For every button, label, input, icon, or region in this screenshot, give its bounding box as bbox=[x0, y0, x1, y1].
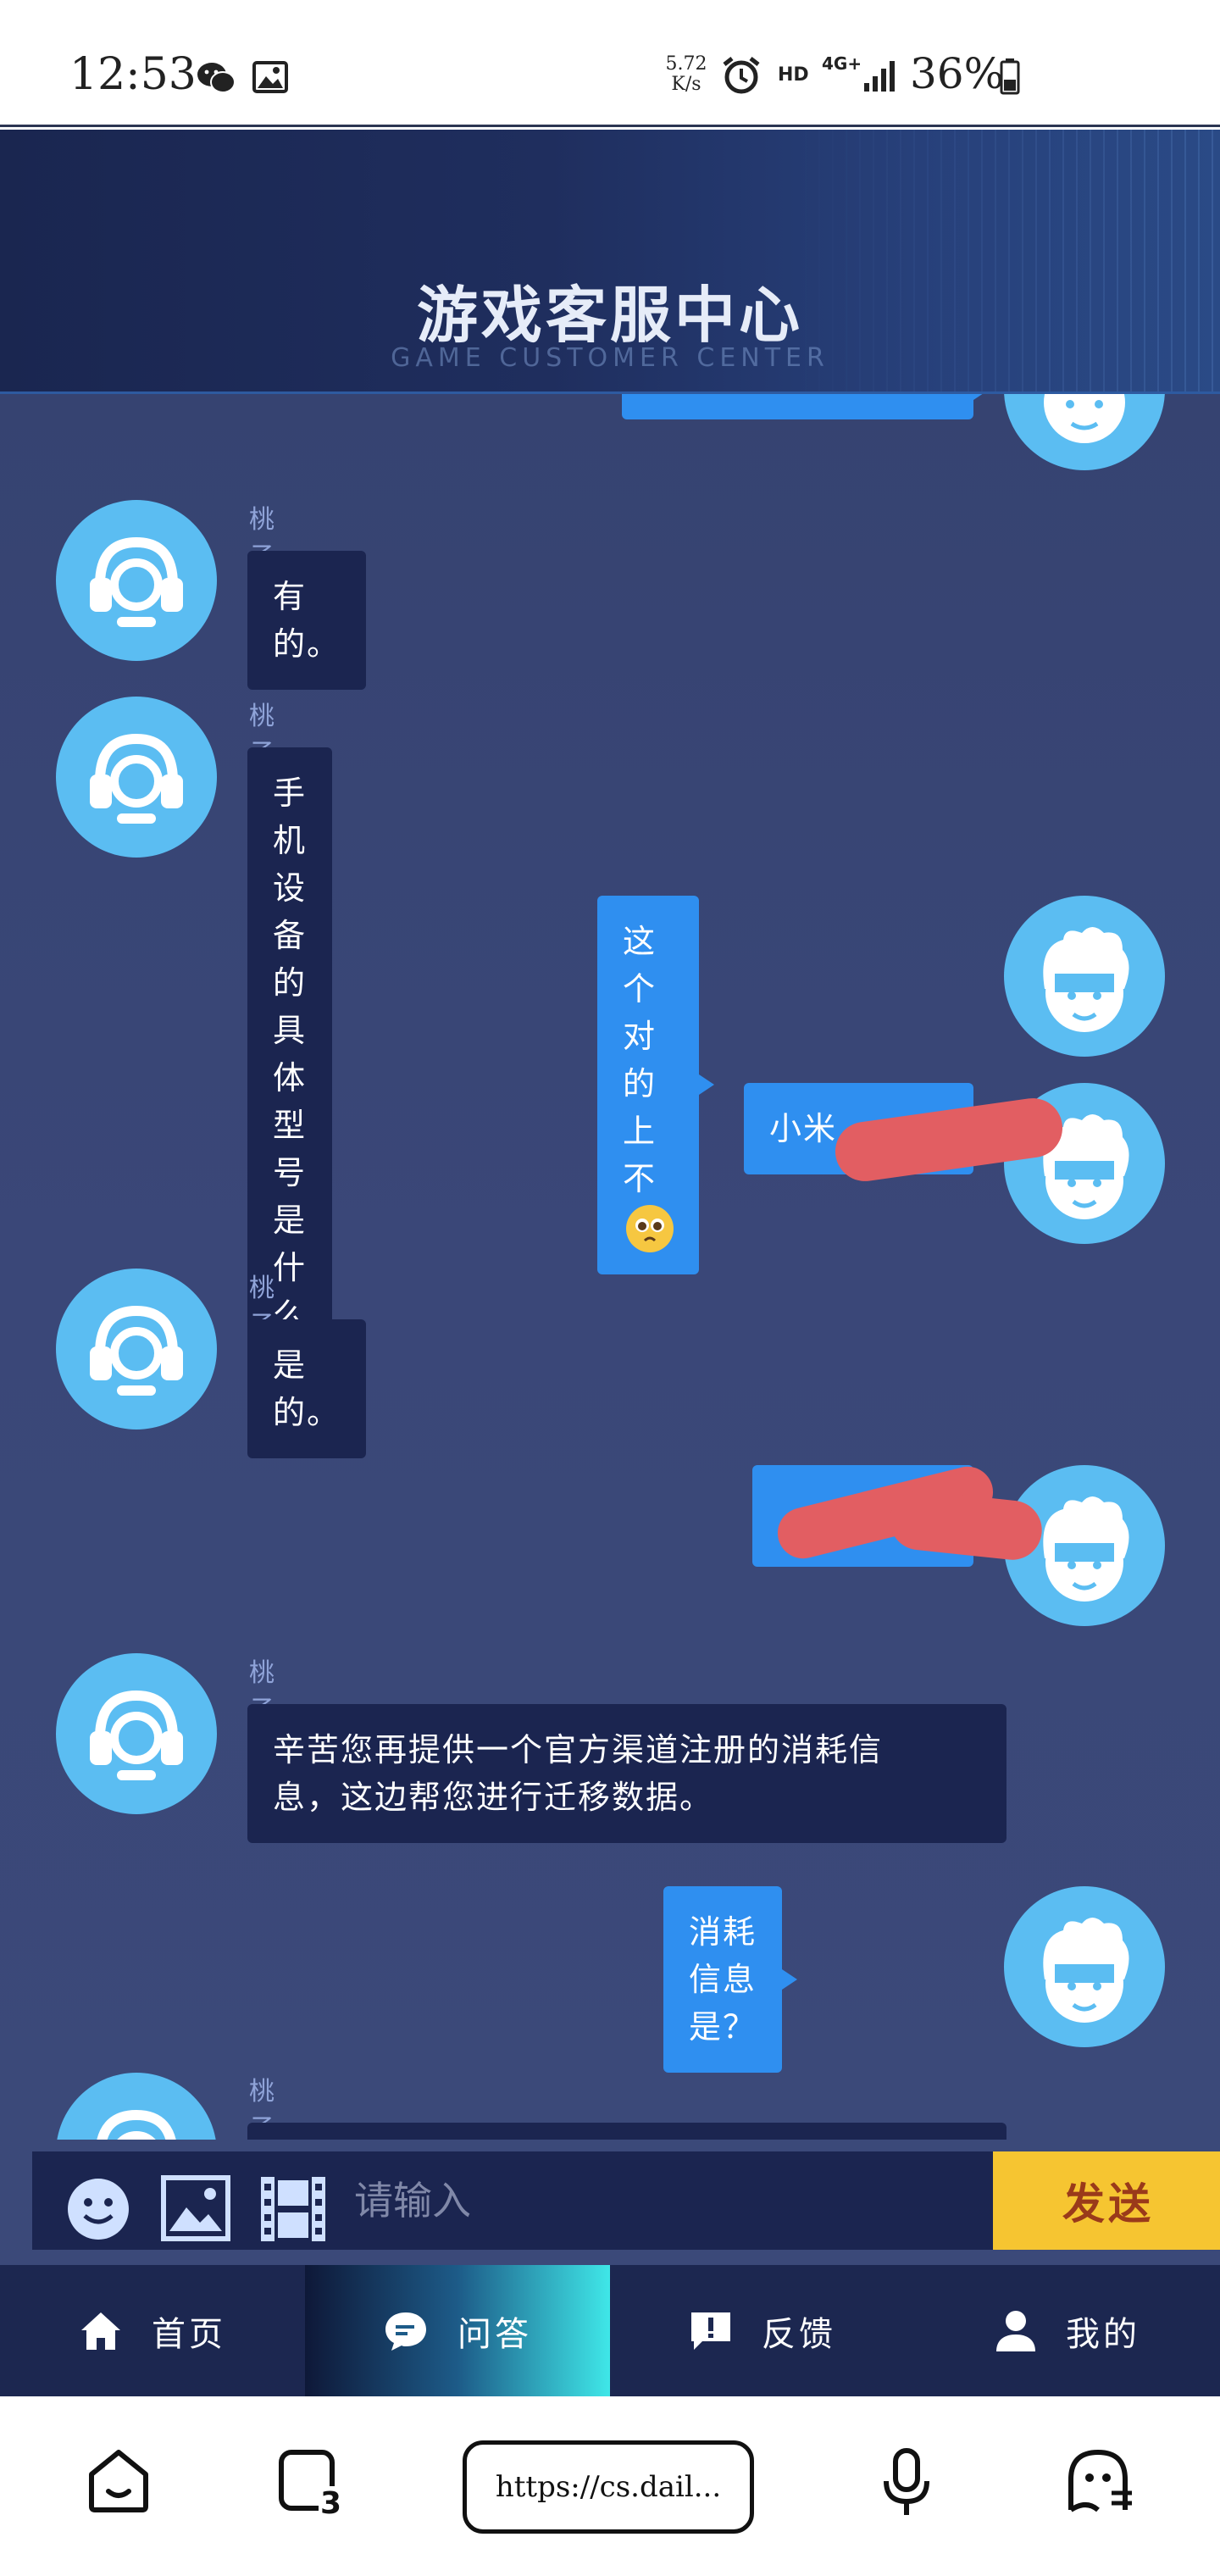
agent-avatar bbox=[56, 697, 217, 858]
network-speed-unit: K/s bbox=[671, 74, 702, 95]
microphone-icon[interactable] bbox=[881, 2447, 932, 2518]
headset-icon bbox=[90, 536, 183, 627]
user-face-icon bbox=[1043, 1918, 1129, 2023]
wechat-icon bbox=[197, 63, 236, 93]
headset-icon bbox=[90, 1690, 183, 1780]
image-button-icon[interactable] bbox=[161, 2175, 230, 2241]
page-subtitle: GAME CUSTOMER CENTER bbox=[391, 343, 829, 373]
agent-avatar bbox=[56, 2073, 217, 2140]
agent-message-bubble: 辛苦您再提供一个官方渠道注册的消耗信 息，这边帮您进行迁移数据。 bbox=[247, 1704, 1006, 1843]
pleading-emoji-face bbox=[635, 1218, 664, 1241]
headset-icon bbox=[90, 1305, 183, 1396]
headset-icon bbox=[90, 733, 183, 824]
page-header: 游戏客服中心 GAME CUSTOMER CENTER bbox=[0, 130, 1220, 394]
page-title: 游戏客服中心 bbox=[416, 280, 803, 351]
user-message-bubble: 这个对的上不 bbox=[597, 896, 714, 1274]
agent-avatar bbox=[56, 1653, 217, 1814]
message-input-bar: 发送 bbox=[0, 2140, 1220, 2265]
video-button-icon[interactable] bbox=[259, 2175, 327, 2243]
emoji-button-icon[interactable] bbox=[64, 2175, 132, 2243]
network-speed: 5.72 K/s bbox=[663, 54, 710, 95]
hd-indicator: HD bbox=[778, 64, 809, 86]
browser-toolbar: 3 https://cs.dail... bbox=[0, 2396, 1220, 2576]
nav-label-mine: 我的 bbox=[1066, 2314, 1140, 2354]
bottom-nav: 首页 问答 反馈 我的 bbox=[0, 2265, 1220, 2396]
headset-icon bbox=[97, 2109, 176, 2140]
status-time: 12:53 bbox=[69, 49, 197, 100]
nav-label-qa: 问答 bbox=[458, 2314, 532, 2354]
user-face-icon bbox=[1044, 394, 1125, 443]
send-button[interactable]: 发送 bbox=[993, 2151, 1220, 2250]
user-message-bubble bbox=[622, 394, 989, 419]
chat-area[interactable]: 桃子姐姐 有的。 桃子姐姐 手机设备的具体型号是什么呢~ 这个对的上不 bbox=[0, 394, 1220, 2140]
battery-icon bbox=[1000, 58, 1020, 95]
user-message-bubble: 消耗信息是？ bbox=[663, 1886, 797, 2073]
input-container: 发送 bbox=[32, 2151, 1220, 2250]
nav-item-mine[interactable]: 我的 bbox=[915, 2265, 1220, 2396]
user-avatar bbox=[1004, 1886, 1165, 2047]
chat-bubble-icon bbox=[385, 2312, 426, 2351]
user-avatar bbox=[1004, 896, 1165, 1057]
agent-message-line: 息，这边帮您进行迁移数据。 bbox=[273, 1779, 714, 1816]
gallery-icon bbox=[252, 61, 288, 93]
nav-label-feedback: 反馈 bbox=[762, 2314, 836, 2354]
user-avatar bbox=[1004, 394, 1165, 470]
tab-count: 3 bbox=[319, 2486, 344, 2521]
assistant-icon[interactable] bbox=[1064, 2447, 1135, 2515]
nav-item-qa[interactable]: 问答 bbox=[305, 2265, 610, 2396]
browser-home-icon[interactable] bbox=[85, 2447, 152, 2515]
agent-avatar bbox=[56, 500, 217, 661]
nav-label-home: 首页 bbox=[152, 2314, 226, 2354]
network-type: 4G+ bbox=[822, 53, 862, 74]
message-input[interactable] bbox=[354, 2151, 990, 2250]
agent-message-bubble: 有的。 bbox=[247, 551, 366, 690]
tabs-button[interactable]: 3 bbox=[276, 2447, 347, 2521]
feedback-icon bbox=[691, 2312, 730, 2350]
agent-message-line: 辛苦您再提供一个官方渠道注册的消耗信 bbox=[273, 1731, 884, 1768]
alarm-icon bbox=[723, 57, 760, 94]
agent-message-bubble bbox=[247, 2123, 1006, 2140]
nav-item-home[interactable]: 首页 bbox=[0, 2265, 305, 2396]
status-bar: 12:53 5.72 K/s HD 4G+ 36% bbox=[0, 0, 1220, 127]
user-icon bbox=[996, 2310, 1035, 2351]
user-face-icon bbox=[1043, 927, 1129, 1032]
url-bar[interactable]: https://cs.dail... bbox=[463, 2440, 754, 2534]
battery-percent: 36% bbox=[910, 49, 1005, 98]
pleading-emoji-icon bbox=[626, 1204, 674, 1252]
signal-icon bbox=[864, 61, 895, 92]
nav-item-feedback[interactable]: 反馈 bbox=[610, 2265, 915, 2396]
user-message-text: 这个对的上不 bbox=[623, 923, 657, 1197]
agent-message-bubble: 是的。 bbox=[247, 1319, 366, 1458]
agent-avatar bbox=[56, 1269, 217, 1430]
home-icon bbox=[81, 2312, 120, 2350]
network-speed-value: 5.72 bbox=[665, 53, 707, 75]
